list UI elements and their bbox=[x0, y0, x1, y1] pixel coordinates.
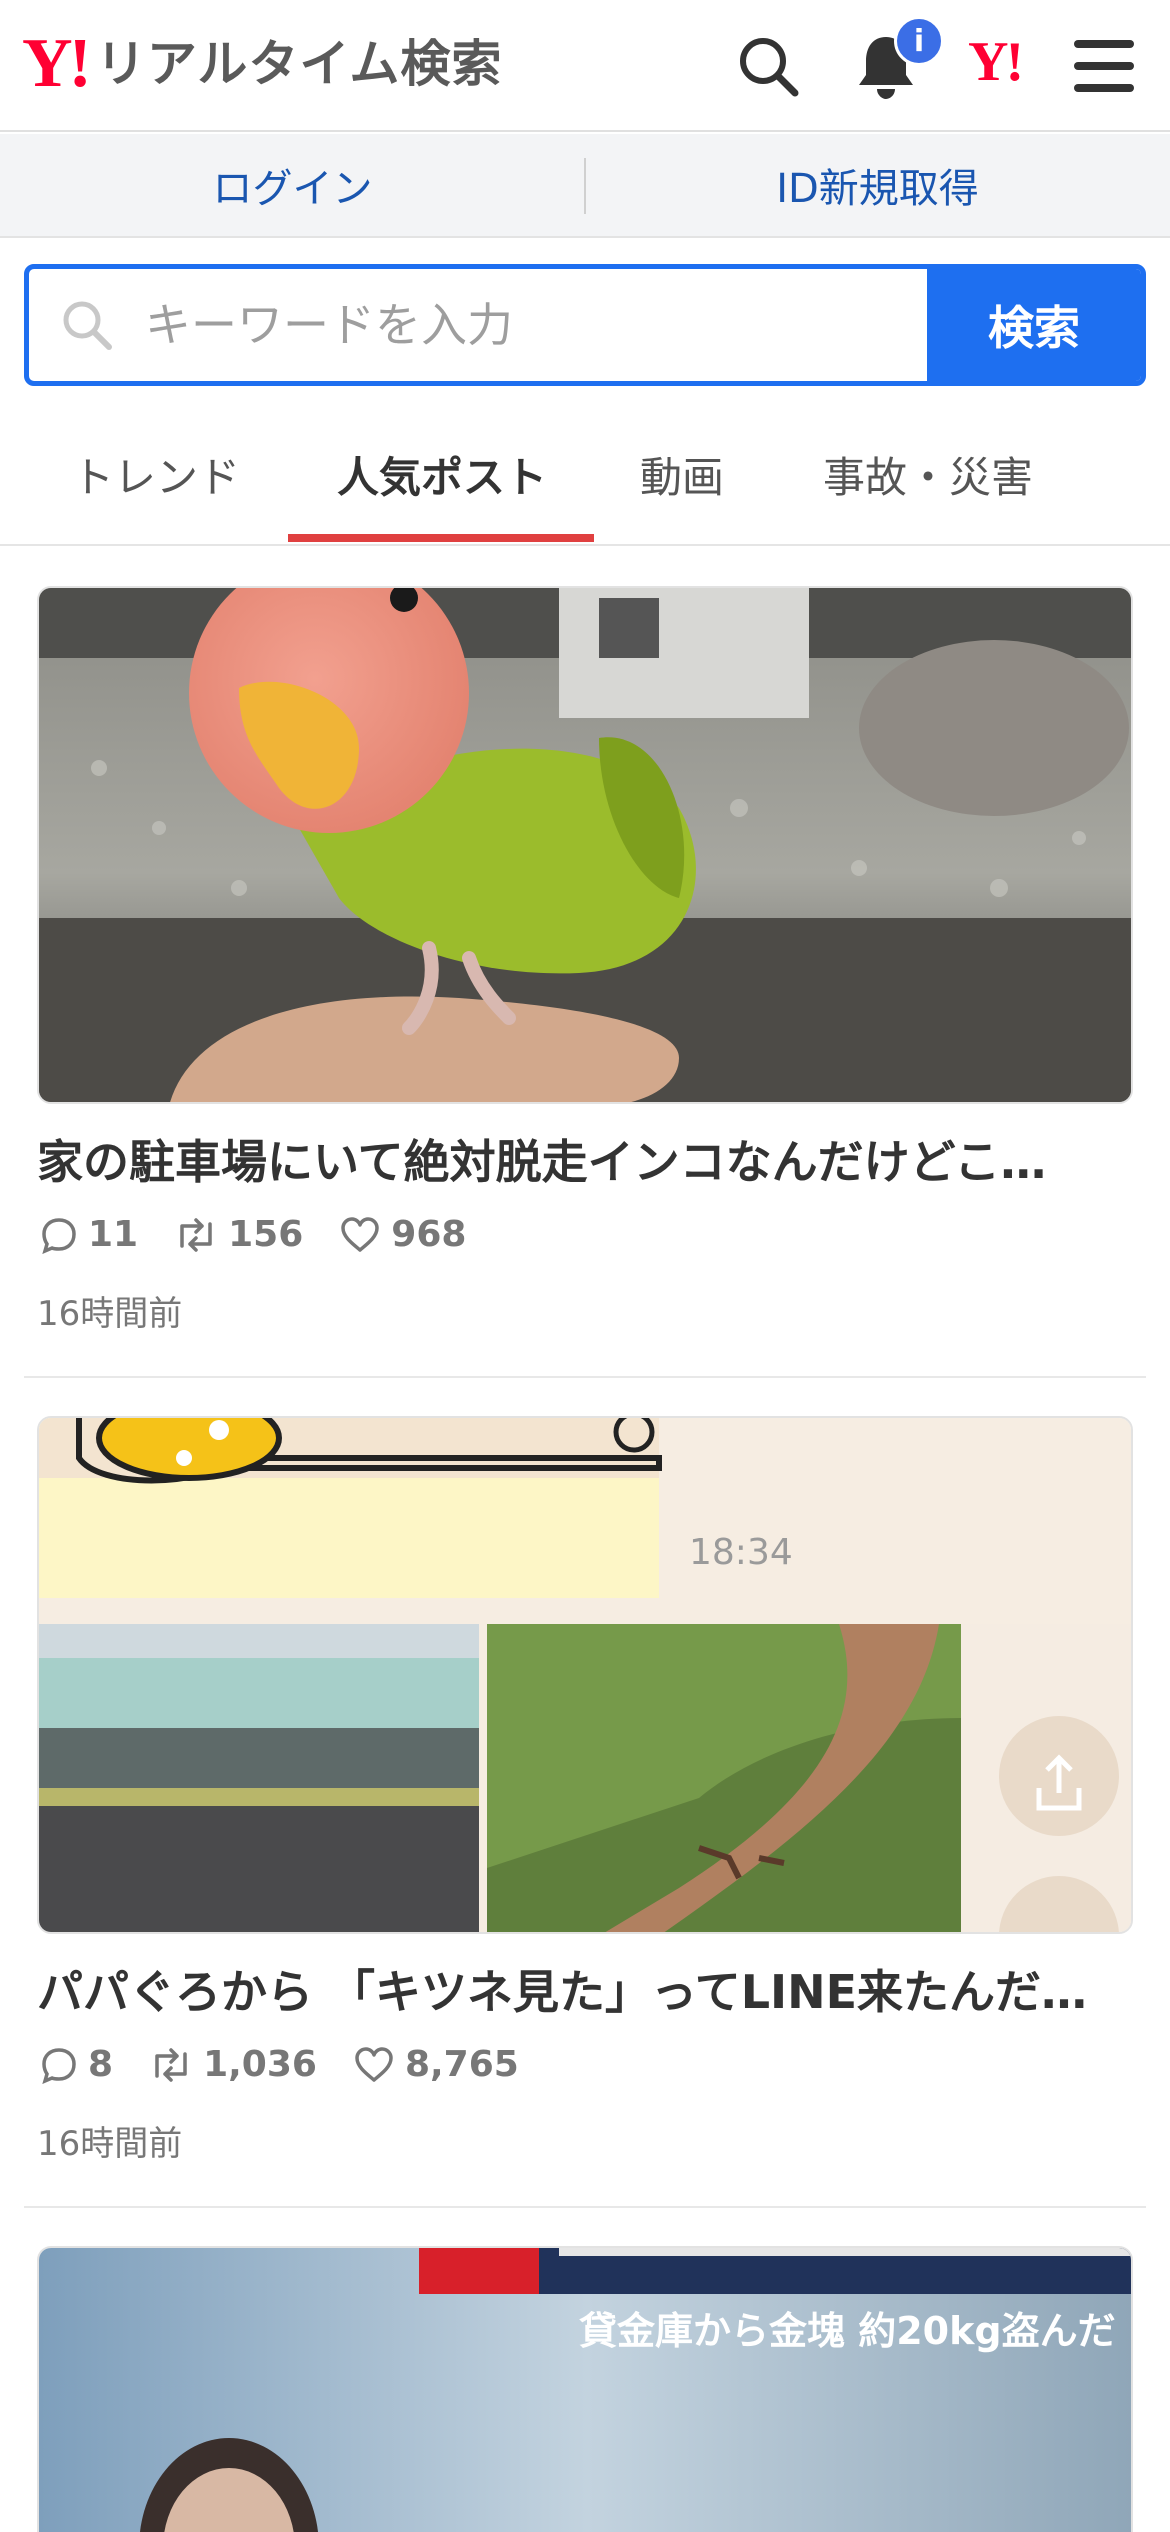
search-field-icon bbox=[63, 301, 112, 350]
login-link[interactable]: ログイン bbox=[0, 156, 585, 214]
like-count[interactable]: 8,765 bbox=[353, 2044, 519, 2085]
reply-count-value: 11 bbox=[88, 1214, 139, 1255]
chat-timestamp: 18:34 bbox=[689, 1532, 793, 1573]
post-divider bbox=[24, 2206, 1146, 2208]
post-divider bbox=[24, 1376, 1146, 1378]
tab-videos[interactable]: 動画 bbox=[640, 444, 724, 505]
yahoo-japan-icon[interactable]: Y! bbox=[968, 34, 1024, 90]
notification-badge: i bbox=[894, 16, 944, 66]
tab-accidents-disasters[interactable]: 事故・災害 bbox=[823, 444, 1033, 505]
search-form: 検索 bbox=[24, 264, 1146, 386]
search-input[interactable] bbox=[145, 298, 905, 352]
like-count-value: 968 bbox=[391, 1214, 467, 1255]
reply-icon bbox=[42, 2047, 76, 2084]
app-header: Y! リアルタイム検索 i Y! bbox=[0, 0, 1170, 132]
post-timestamp: 16時間前 bbox=[37, 1294, 183, 1334]
like-count[interactable]: 968 bbox=[339, 1214, 466, 1255]
category-tabs: トレンド 人気ポスト 動画 事故・災害 bbox=[0, 396, 1170, 546]
reply-count-value: 8 bbox=[88, 2044, 114, 2085]
repost-count[interactable]: 156 bbox=[174, 1214, 303, 1255]
post-image[interactable]: 貸金庫から金塊 約20kg盗んだ bbox=[37, 2246, 1133, 2532]
yahoo-realtime-logo[interactable]: Y! リアルタイム検索 bbox=[22, 28, 502, 100]
post-image[interactable] bbox=[37, 586, 1133, 1104]
account-bar-divider bbox=[584, 158, 586, 214]
tab-popular-posts[interactable]: 人気ポスト bbox=[337, 444, 547, 505]
post-stats: 8 1,036 8,765 bbox=[40, 2044, 555, 2085]
logo-text: リアルタイム検索 bbox=[95, 35, 503, 93]
post-title[interactable]: 家の駐車場にいて絶対脱走インコなんだけどこ… bbox=[37, 1126, 1137, 1192]
reply-count[interactable]: 8 bbox=[40, 2044, 113, 2085]
like-count-value: 8,765 bbox=[404, 2044, 519, 2085]
post-stats: 11 156 968 bbox=[40, 1214, 502, 1255]
heart-icon bbox=[341, 1216, 380, 1252]
yahoo-logo-mark: Y! bbox=[22, 25, 92, 102]
repost-icon bbox=[155, 2047, 187, 2082]
repost-count-value: 156 bbox=[228, 1214, 304, 1255]
repost-count[interactable]: 1,036 bbox=[149, 2044, 317, 2085]
account-bar: ログイン ID新規取得 bbox=[0, 134, 1170, 238]
news-overlay-headline: 貸金庫から金塊 約20kg盗んだ bbox=[579, 2309, 1116, 2353]
search-field[interactable] bbox=[29, 269, 927, 381]
post-title[interactable]: パパぐろから 「キツネ見た」ってLINE来たんだ… bbox=[37, 1956, 1137, 2022]
post-image[interactable]: 18:34 bbox=[37, 1416, 1133, 1934]
repost-icon bbox=[180, 1217, 212, 1252]
heart-icon bbox=[355, 2046, 393, 2082]
post-timestamp: 16時間前 bbox=[37, 2124, 183, 2164]
tab-trend[interactable]: トレンド bbox=[72, 444, 240, 505]
register-link[interactable]: ID新規取得 bbox=[585, 156, 1170, 214]
active-tab-indicator bbox=[288, 534, 594, 542]
search-button[interactable]: 検索 bbox=[927, 269, 1141, 381]
repost-count-value: 1,036 bbox=[203, 2044, 317, 2085]
hamburger-menu-icon[interactable] bbox=[1064, 26, 1144, 106]
search-icon[interactable] bbox=[728, 26, 808, 106]
reply-count[interactable]: 11 bbox=[40, 1214, 138, 1255]
reply-icon bbox=[42, 1217, 76, 1254]
